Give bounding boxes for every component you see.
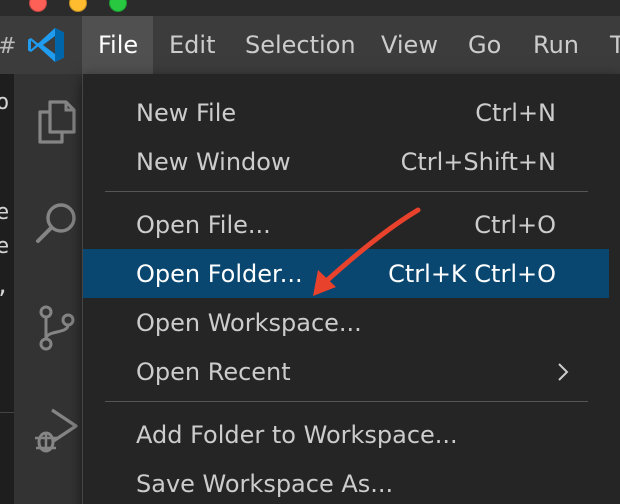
source-control-icon[interactable] <box>32 302 82 352</box>
vscode-window: # File Edit Selection View Go Run T o e … <box>0 0 620 504</box>
window-chrome <box>0 0 620 16</box>
editor-area-fragment: o e e , <box>0 74 14 504</box>
menu-item-shortcut: Ctrl+Shift+N <box>400 147 556 176</box>
menu-item-label: New Window <box>136 147 291 176</box>
menu-file[interactable]: File <box>82 16 153 74</box>
minimize-window-button[interactable] <box>69 0 87 12</box>
maximize-window-button[interactable] <box>109 0 127 12</box>
menu-separator <box>105 191 588 192</box>
menu-item-open-workspace[interactable]: Open Workspace... <box>83 298 609 347</box>
editor-fragment-hash: # <box>0 34 16 59</box>
menu-terminal[interactable]: T <box>594 16 620 74</box>
menu-item-open-recent[interactable]: Open Recent <box>83 347 609 396</box>
menu-item-label: Add Folder to Workspace... <box>136 420 458 449</box>
menu-item-open-file[interactable]: Open File... Ctrl+O <box>83 200 609 249</box>
code-fragment: e <box>0 200 10 225</box>
menu-item-shortcut: Ctrl+K Ctrl+O <box>388 259 556 288</box>
chevron-right-icon <box>558 362 569 381</box>
code-fragment: o <box>0 90 10 115</box>
menu-item-label: Open Recent <box>136 357 291 386</box>
explorer-icon[interactable] <box>32 96 82 146</box>
menu-item-shortcut: Ctrl+N <box>475 98 556 127</box>
editor-divider <box>0 412 14 413</box>
file-menu-dropdown: New File Ctrl+N New Window Ctrl+Shift+N … <box>82 74 620 504</box>
menu-item-label: Save Workspace As... <box>136 469 394 498</box>
menu-item-label: Open Workspace... <box>136 308 362 337</box>
close-window-button[interactable] <box>29 0 47 12</box>
run-debug-icon[interactable] <box>32 404 82 454</box>
vscode-logo-icon <box>28 28 64 62</box>
menu-view[interactable]: View <box>365 16 454 74</box>
activity-bar <box>14 74 90 504</box>
code-fragment: e <box>0 234 10 259</box>
menu-item-add-folder-to-workspace[interactable]: Add Folder to Workspace... <box>83 410 609 459</box>
menu-bar: # File Edit Selection View Go Run T <box>0 16 620 75</box>
menu-item-label: New File <box>136 98 237 127</box>
menu-item-open-folder[interactable]: Open Folder... Ctrl+K Ctrl+O <box>83 249 609 298</box>
menu-item-save-workspace-as[interactable]: Save Workspace As... <box>83 459 609 504</box>
menu-edit[interactable]: Edit <box>153 16 231 74</box>
search-icon[interactable] <box>32 198 82 248</box>
menu-item-label: Open File... <box>136 210 271 239</box>
menu-item-label: Open Folder... <box>136 259 303 288</box>
menu-item-shortcut: Ctrl+O <box>474 210 556 239</box>
menu-run[interactable]: Run <box>517 16 595 74</box>
menu-go[interactable]: Go <box>452 16 517 74</box>
code-fragment: , <box>0 274 9 299</box>
menu-separator <box>105 401 588 402</box>
menu-item-new-file[interactable]: New File Ctrl+N <box>83 88 609 137</box>
menu-selection[interactable]: Selection <box>229 16 372 74</box>
menu-item-new-window[interactable]: New Window Ctrl+Shift+N <box>83 137 609 186</box>
